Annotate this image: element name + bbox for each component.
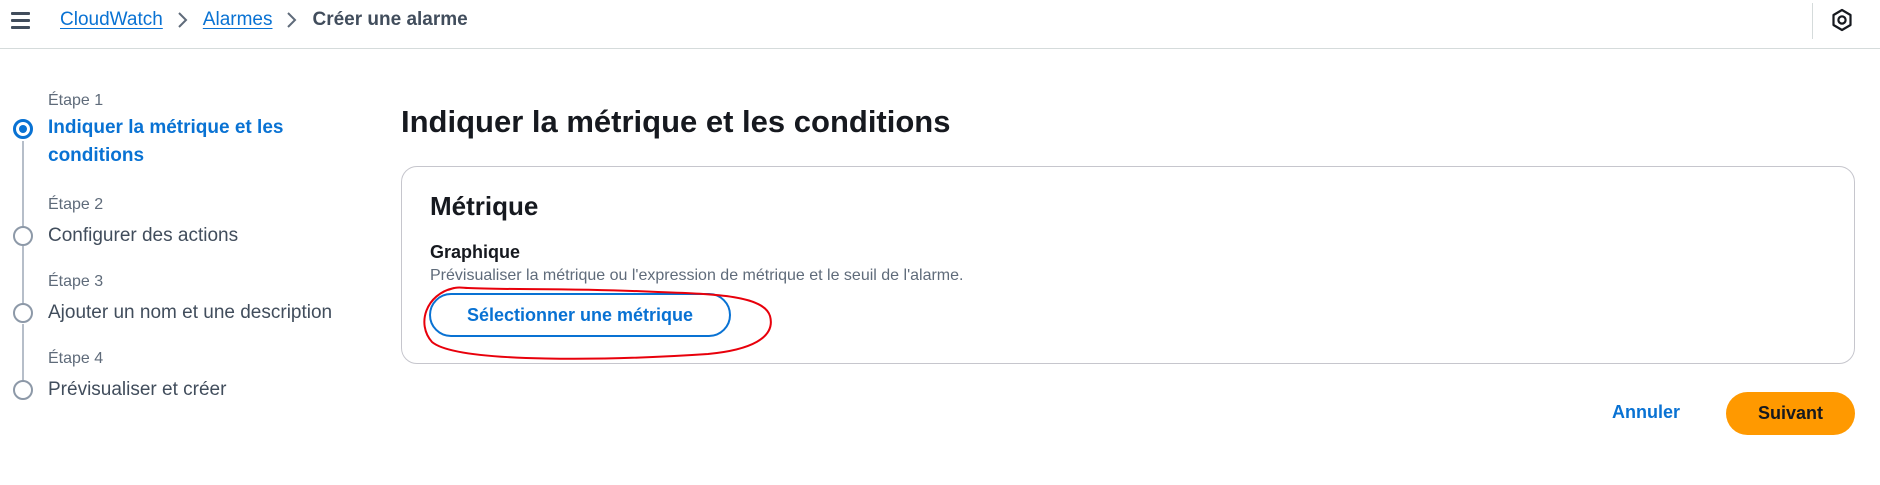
step-title: Ajouter un nom et une description — [48, 302, 333, 323]
step-connector — [22, 141, 24, 231]
step-number: Étape 1 — [48, 92, 104, 109]
breadcrumb-alarmes[interactable]: Alarmes — [203, 9, 273, 31]
step-title[interactable]: Indiquer la métrique et les conditions — [48, 114, 358, 170]
step-number: Étape 4 — [48, 350, 104, 367]
step-active-indicator-icon — [13, 119, 33, 139]
step-number: Étape 2 — [48, 196, 104, 213]
step-indicator-icon — [13, 303, 33, 323]
chevron-right-icon — [163, 9, 203, 31]
page-title: Indiquer la métrique et les conditions — [401, 104, 951, 139]
select-metric-button[interactable]: Sélectionner une métrique — [429, 293, 731, 337]
graph-field-description: Prévisualiser la métrique ou l'expressio… — [430, 267, 964, 284]
next-button[interactable]: Suivant — [1726, 392, 1855, 435]
chevron-right-icon — [272, 9, 312, 31]
step-number: Étape 3 — [48, 273, 104, 290]
step-indicator-icon — [13, 226, 33, 246]
settings-hexagon-icon[interactable] — [1830, 8, 1854, 32]
cancel-button[interactable]: Annuler — [1612, 402, 1680, 423]
step-connector — [22, 324, 24, 387]
graph-field-label: Graphique — [430, 242, 521, 262]
hamburger-menu-icon[interactable] — [9, 8, 31, 32]
metric-section-title: Métrique — [430, 191, 539, 221]
topbar-divider — [1812, 3, 1813, 39]
step-connector — [22, 246, 24, 309]
top-navigation-bar: CloudWatch Alarmes Créer une alarme — [0, 0, 1880, 49]
step-indicator-icon — [13, 380, 33, 400]
breadcrumb-cloudwatch[interactable]: CloudWatch — [60, 9, 163, 31]
step-title: Prévisualiser et créer — [48, 379, 227, 400]
breadcrumb: CloudWatch Alarmes Créer une alarme — [60, 9, 468, 31]
breadcrumb-current-page: Créer une alarme — [312, 9, 468, 30]
metric-container: Métrique Graphique Prévisualiser la métr… — [401, 166, 1855, 364]
step-title: Configurer des actions — [48, 225, 239, 246]
